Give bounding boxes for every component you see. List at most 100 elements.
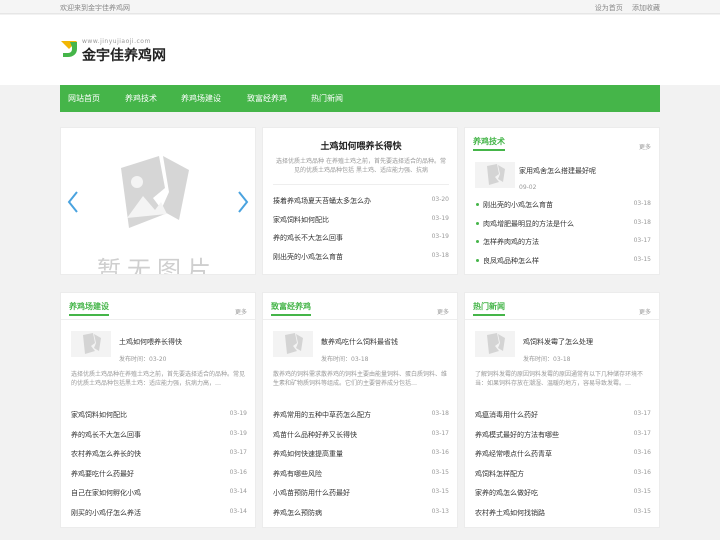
item-title: 怎样养肉鸡的方法 xyxy=(483,238,539,246)
item-title: 养鸡模式最好的方法有哪些 xyxy=(475,430,559,439)
more-link[interactable]: 更多 xyxy=(639,307,651,316)
section-title[interactable]: 养鸡场建设 xyxy=(69,301,109,312)
list-item[interactable]: 养鸡如何快速提高重量 03-16 xyxy=(273,449,449,469)
section-chicken-tech: 养鸡技术 更多 家用鸡舍怎么搭建最好呢 09-02 刚出壳的小鸡怎么育苗 03-1… xyxy=(464,127,660,275)
thumbnail-placeholder-icon[interactable] xyxy=(475,331,515,357)
item-title: 农村养鸡怎么养长的快 xyxy=(71,450,141,458)
divider xyxy=(273,184,449,185)
section-underline xyxy=(69,314,109,316)
date-value: 03-18 xyxy=(351,356,369,363)
nav-wealth-raising[interactable]: 致富经养鸡 xyxy=(247,93,287,104)
date-label: 发布时间： xyxy=(523,356,554,363)
list-item[interactable]: 养鸡要吃什么药最好 03-16 xyxy=(71,469,247,489)
list-item[interactable]: 养鸡怎么预防病 03-13 xyxy=(273,508,449,528)
item-date: 03-19 xyxy=(229,429,247,437)
top-item-title[interactable]: 鸡饲料发霉了怎么处理 xyxy=(523,337,593,347)
top-item-title[interactable]: 散养鸡吃什么饲料最省钱 xyxy=(321,337,398,347)
list-item[interactable]: 农村养土鸡如何找销路 03-15 xyxy=(475,508,651,528)
top-item-date: 09-02 xyxy=(519,184,537,191)
list-item[interactable]: 家鸡饲料如何配比 03-19 xyxy=(71,410,247,430)
list-item[interactable]: 鸡苗什么品种好养又长得快 03-17 xyxy=(273,430,449,450)
list-item[interactable]: 养鸡模式最好的方法有哪些 03-17 xyxy=(475,430,651,450)
section-hot-news: 热门新闻 更多 鸡饲料发霉了怎么处理 发布时间：03-18 了解饲料发霉的原因饲… xyxy=(464,292,660,528)
section-underline xyxy=(271,314,311,316)
welcome-text: 欢迎来到金宇佳养鸡网 xyxy=(60,4,130,12)
add-favorite-link[interactable]: 添加收藏 xyxy=(632,4,660,12)
item-date: 03-15 xyxy=(431,468,449,476)
list-item[interactable]: 农村养鸡怎么养长的快 03-17 xyxy=(71,449,247,469)
list-item[interactable]: 养鸡经常喂点什么药青草 03-16 xyxy=(475,449,651,469)
featured-title[interactable]: 土鸡如何喂养长得快 xyxy=(263,139,459,152)
item-title: 农村养土鸡如何找销路 xyxy=(475,508,545,517)
item-date: 03-15 xyxy=(633,488,651,495)
section-title[interactable]: 养鸡技术 xyxy=(473,136,505,147)
item-date: 03-17 xyxy=(633,429,651,437)
item-title: 家鸡饲料如何配比 xyxy=(71,411,127,419)
more-link[interactable]: 更多 xyxy=(437,307,449,316)
item-title: 养鸡要吃什么药最好 xyxy=(71,469,134,478)
list-item[interactable]: 养鸡有哪些风险 03-15 xyxy=(273,469,449,489)
top-bar: 欢迎来到金宇佳养鸡网 设为首页 添加收藏 xyxy=(0,0,720,14)
list-item[interactable]: 肉鸡增肥最明显的方法是什么 03-18 xyxy=(475,219,651,238)
list-item[interactable]: 小鸡苗预防用什么药最好 03-15 xyxy=(273,488,449,508)
item-date: 03-16 xyxy=(431,449,449,456)
item-date: 03-13 xyxy=(431,507,449,515)
item-date: 03-20 xyxy=(431,196,449,203)
item-date: 03-15 xyxy=(633,507,651,515)
date-value: 03-18 xyxy=(553,356,571,363)
item-title: 家养的鸡怎么做好吃 xyxy=(475,489,538,497)
item-date: 03-18 xyxy=(633,200,651,207)
nav-chicken-tech[interactable]: 养鸡技术 xyxy=(125,93,157,104)
list-item[interactable]: 鸡饲料怎样配方 03-16 xyxy=(475,469,651,489)
top-item-title[interactable]: 土鸡如何喂养长得快 xyxy=(119,337,182,347)
nav-farm-construction[interactable]: 养鸡场建设 xyxy=(181,93,221,104)
item-date: 03-14 xyxy=(229,507,247,515)
list-item[interactable]: 养的鸡长不大怎么回事 03-19 xyxy=(273,233,449,252)
list-item[interactable]: 养鸡常用的五种中草药怎么配方 03-18 xyxy=(273,410,449,430)
thumbnail-placeholder-icon[interactable] xyxy=(71,331,111,357)
item-date: 03-17 xyxy=(229,449,247,456)
nav-home[interactable]: 网站首页 xyxy=(68,93,100,104)
list-item[interactable]: 鸡瘟消毒用什么药好 03-17 xyxy=(475,410,651,430)
section-title[interactable]: 热门新闻 xyxy=(473,301,505,312)
date-label: 发布时间： xyxy=(119,356,150,363)
section-list: 养鸡常用的五种中草药怎么配方 03-18 鸡苗什么品种好养又长得快 03-17 养鸡… xyxy=(273,410,449,527)
logo-name: 金宇佳养鸡网 xyxy=(82,48,166,64)
slider-prev-icon[interactable] xyxy=(67,190,79,214)
more-link[interactable]: 更多 xyxy=(639,142,651,151)
top-item-desc: 了解饲料发霉的原因饲料发霉的原因通常有以下几种储存环境不当：如果饲料存放在潮湿、… xyxy=(475,371,644,387)
item-title: 养的鸡长不大怎么回事 xyxy=(273,234,343,242)
list-item[interactable]: 自己在家如何孵化小鸡 03-14 xyxy=(71,488,247,508)
nav-hot-news[interactable]: 热门新闻 xyxy=(311,93,343,104)
set-home-link[interactable]: 设为首页 xyxy=(595,4,623,12)
slider-next-icon[interactable] xyxy=(237,190,249,214)
item-date: 03-18 xyxy=(431,410,449,417)
list-item[interactable]: 刚买的小鸡仔怎么养活 03-14 xyxy=(71,508,247,528)
more-link[interactable]: 更多 xyxy=(235,307,247,316)
featured-article: 土鸡如何喂养长得快 选择优质土鸡品种 在养殖土鸡之前，首先要选择适合的品种。常见… xyxy=(262,127,458,275)
list-item[interactable]: 良凤鸡品种怎么样 03-15 xyxy=(475,256,651,275)
thumbnail-placeholder-icon[interactable] xyxy=(273,331,313,357)
featured-desc: 选择优质土鸡品种 在养殖土鸡之前，首先要选择适合的品种。常见的优质土鸡品种包括 … xyxy=(276,158,446,174)
section-title[interactable]: 致富经养鸡 xyxy=(271,301,311,312)
item-title: 养鸡有哪些风险 xyxy=(273,469,322,478)
list-item[interactable]: 家鸡饲料如何配比 03-19 xyxy=(273,215,449,234)
list-item[interactable]: 怎样养肉鸡的方法 03-17 xyxy=(475,237,651,256)
image-slider[interactable]: 暂无图片 xyxy=(60,127,256,275)
item-title: 鸡饲料怎样配方 xyxy=(475,469,524,478)
list-item[interactable]: 揍着养鸡场夏天苔蛹太多怎么办 03-20 xyxy=(273,196,449,215)
divider xyxy=(263,319,457,320)
item-title: 自己在家如何孵化小鸡 xyxy=(71,489,141,497)
no-image-text: 暂无图片 xyxy=(97,256,217,275)
thumbnail-placeholder-icon[interactable] xyxy=(475,162,515,188)
list-item[interactable]: 刚出壳的小鸡怎么育苗 03-18 xyxy=(475,200,651,219)
list-item[interactable]: 刚出壳的小鸡怎么育苗 03-18 xyxy=(273,252,449,271)
item-title: 揍着养鸡场夏天苔蛹太多怎么办 xyxy=(273,197,371,205)
item-title: 养鸡经常喂点什么药青草 xyxy=(475,450,552,458)
top-item-title[interactable]: 家用鸡舍怎么搭建最好呢 xyxy=(519,166,596,176)
list-item[interactable]: 养的鸡长不大怎么回事 03-19 xyxy=(71,430,247,450)
list-item[interactable]: 家养的鸡怎么做好吃 03-15 xyxy=(475,488,651,508)
item-date: 03-18 xyxy=(431,251,449,259)
tech-list: 刚出壳的小鸡怎么育苗 03-18 肉鸡增肥最明显的方法是什么 03-18 怎样养肉鸡… xyxy=(475,200,651,274)
item-title: 养鸡如何快速提高重量 xyxy=(273,450,343,458)
